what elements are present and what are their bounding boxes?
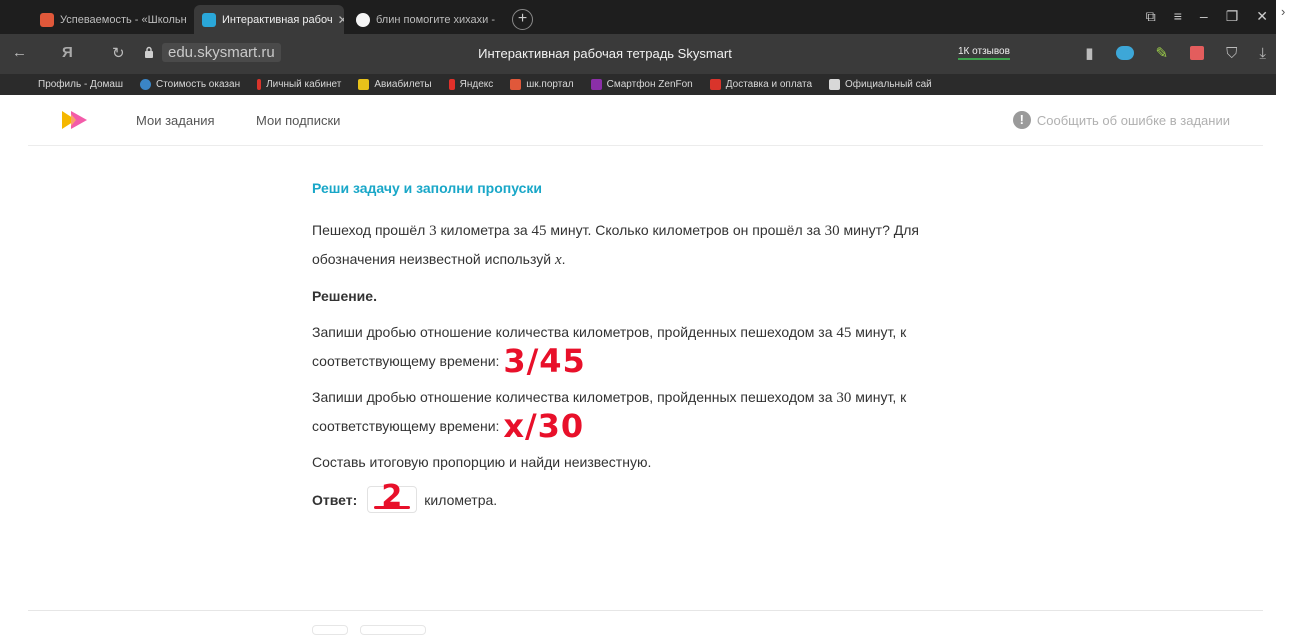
answer-unit: километра. xyxy=(424,491,498,508)
skysmart-logo-icon[interactable] xyxy=(60,111,90,129)
number: 30 xyxy=(824,223,840,239)
new-tab-button[interactable]: + xyxy=(512,9,533,30)
bookmark-label: Доставка и оплата xyxy=(725,79,813,90)
minimize-icon[interactable]: – xyxy=(1200,8,1208,25)
tab-strip: Успеваемость - «Школьн Интерактивная раб… xyxy=(0,0,1276,34)
bookmark-item[interactable]: Авиабилеты xyxy=(358,79,432,90)
wordpress-icon xyxy=(139,79,151,90)
bookmark-label: Официальный сай xyxy=(845,79,932,90)
page-title: Интерактивная рабочая тетрадь Skysmart xyxy=(478,46,732,61)
text: Пешеход прошёл xyxy=(312,222,430,238)
tab-label: Интерактивная рабоч xyxy=(222,13,333,26)
bookmark-icon[interactable]: ▮ xyxy=(1085,44,1093,62)
pencil-extension-icon[interactable]: ✎ xyxy=(1156,44,1169,62)
tab-manager-icon[interactable]: ⧉ xyxy=(1146,8,1156,25)
bookmark-label: Личный кабинет xyxy=(266,79,342,90)
solution-label: Решение. xyxy=(312,288,377,304)
bookmark-item[interactable]: Официальный сай xyxy=(829,79,932,90)
cabinet-icon xyxy=(257,79,262,90)
nav-my-subscriptions[interactable]: Мои подписки xyxy=(256,113,340,128)
report-error-link[interactable]: ! Сообщить об ошибке в задании xyxy=(1012,111,1230,129)
task-content: Реши задачу и заполни пропуски Пешеход п… xyxy=(312,180,972,514)
nav-my-tasks[interactable]: Мои задания xyxy=(136,113,215,128)
number: 3 xyxy=(429,223,437,239)
footer-divider xyxy=(28,610,1263,611)
bookmark-item[interactable]: Смартфон ZenFon xyxy=(590,79,693,90)
tab-skysmart[interactable]: Интерактивная рабоч ✕ xyxy=(194,5,344,34)
wildberries-icon xyxy=(590,79,602,90)
text: Запиши дробью отношение количества килом… xyxy=(312,324,837,340)
number: 45 xyxy=(836,325,852,341)
bookmark-label: Смартфон ZenFon xyxy=(606,79,693,90)
bookmark-item[interactable]: Стоимость оказан xyxy=(139,79,241,90)
tab-grades[interactable]: Успеваемость - «Школьн xyxy=(32,5,192,34)
text: Запиши дробью отношение количества килом… xyxy=(312,389,837,405)
school-favicon-icon xyxy=(40,12,54,27)
tab-label: блин помогите хихахи - xyxy=(376,13,496,26)
plane-icon xyxy=(358,79,370,90)
bookmark-item[interactable]: Доставка и оплата xyxy=(709,79,813,90)
menu-icon[interactable]: ≡ xyxy=(1174,8,1182,25)
right-edge-strip: › xyxy=(1276,0,1293,630)
next-button[interactable] xyxy=(360,625,426,635)
address-bar-row: ← Я ↻ edu.skysmart.ru Интерактивная рабо… xyxy=(0,34,1276,74)
handwritten-fraction-2[interactable]: x/30 xyxy=(503,407,584,445)
browser-chrome: Успеваемость - «Школьн Интерактивная раб… xyxy=(0,0,1276,95)
skysmart-favicon-icon xyxy=(202,12,216,27)
bookmark-item[interactable]: Профиль - Домаш xyxy=(38,79,123,90)
header-divider xyxy=(28,145,1263,146)
bookmark-label: Яндекс xyxy=(459,79,494,90)
tab-znanija[interactable]: блин помогите хихахи - xyxy=(348,5,503,34)
tab-label: Успеваемость - «Школьн xyxy=(60,13,187,26)
text: минут. Сколько километров он прошёл за xyxy=(546,222,825,238)
step-1: Запиши дробью отношение количества килом… xyxy=(312,318,972,377)
window-controls: ⧉ ≡ – ❐ ✕ xyxy=(1146,8,1268,25)
download-icon[interactable]: ⤓ xyxy=(1259,45,1266,62)
official-site-icon xyxy=(829,79,841,90)
reviews-badge[interactable]: 1К отзывов xyxy=(958,46,1010,60)
store-extension-icon[interactable] xyxy=(1190,46,1205,60)
yandex-icon xyxy=(448,79,455,90)
restore-icon[interactable]: ❐ xyxy=(1226,8,1239,25)
bookmark-item[interactable]: Яндекс xyxy=(448,79,494,90)
step-2: Запиши дробью отношение количества килом… xyxy=(312,383,972,442)
protect-icon[interactable]: ⛉ xyxy=(1226,45,1237,62)
handwritten-fraction-1[interactable]: 3/45 xyxy=(503,342,585,380)
close-icon[interactable]: ✕ xyxy=(338,13,344,27)
bookmark-item[interactable]: Личный кабинет xyxy=(257,79,341,90)
prev-button[interactable] xyxy=(312,625,348,635)
bookmark-item[interactable]: шк.портал xyxy=(510,79,574,90)
exclamation-icon: ! xyxy=(1012,111,1031,129)
answer-input[interactable]: 2 xyxy=(367,479,418,514)
task-title: Реши задачу и заполни пропуски xyxy=(312,180,543,196)
toolbar-extensions: ▮ ✎ ⛉ ⤓ xyxy=(1085,44,1266,63)
bookmark-label: Профиль - Домаш xyxy=(38,79,123,90)
report-label: Сообщить об ошибке в задании xyxy=(1036,112,1230,128)
bookmarks-bar: Профиль - Домаш Стоимость оказан Личный … xyxy=(0,74,1276,95)
site-header: Мои задания Мои подписки ! Сообщить об о… xyxy=(0,95,1276,145)
weather-extension-icon[interactable] xyxy=(1115,46,1134,60)
number: 30 xyxy=(836,390,852,406)
text: километра за xyxy=(436,222,532,238)
bookmark-label: шк.портал xyxy=(526,79,574,90)
variable: x xyxy=(554,252,562,268)
problem-text: Пешеход прошёл 3 километра за 45 минут. … xyxy=(312,216,972,274)
answer-label: Ответ: xyxy=(312,491,358,508)
school-portal-icon xyxy=(510,79,522,90)
bookmark-label: Стоимость оказан xyxy=(155,79,241,90)
bookmark-label: Авиабилеты xyxy=(374,79,432,90)
text: . xyxy=(561,251,566,267)
chevron-right-icon[interactable]: › xyxy=(1281,4,1285,19)
step-3: Составь итоговую пропорцию и найди неизв… xyxy=(312,454,652,470)
znanija-favicon-icon xyxy=(356,12,370,27)
number: 45 xyxy=(531,223,547,239)
handwritten-underline xyxy=(374,506,411,509)
answer-row: Ответ: 2 километра. xyxy=(312,479,972,514)
close-window-icon[interactable]: ✕ xyxy=(1256,8,1268,25)
delivery-icon xyxy=(709,79,721,90)
